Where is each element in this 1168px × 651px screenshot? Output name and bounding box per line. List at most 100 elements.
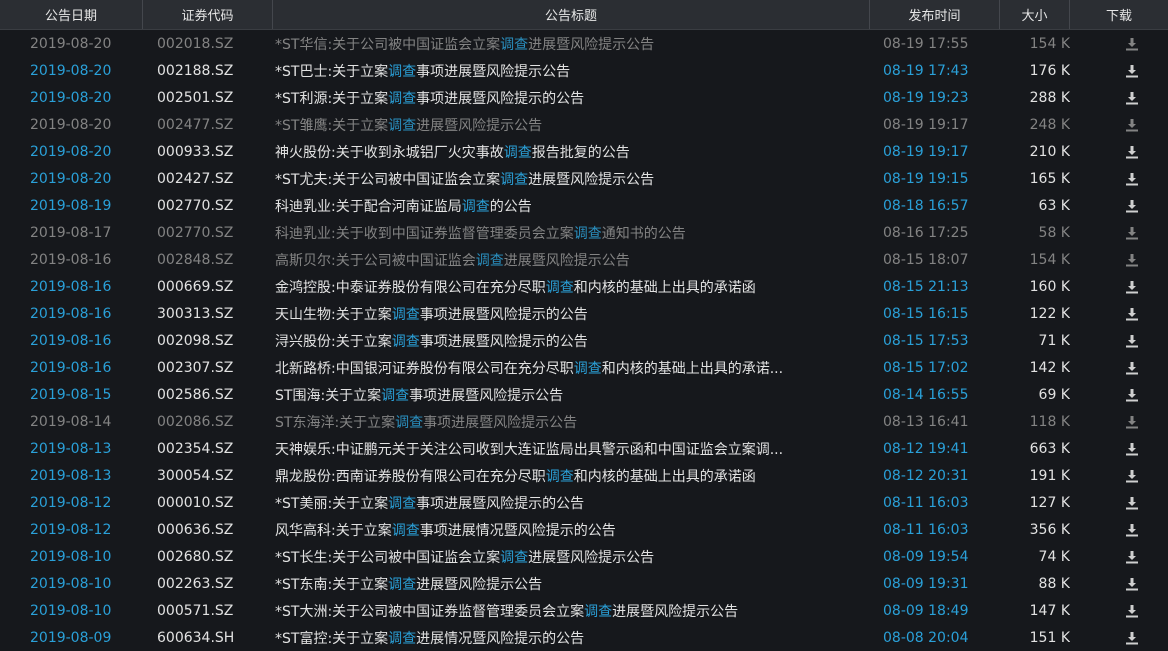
download-icon[interactable] — [1124, 468, 1140, 484]
table-row[interactable]: 2019-08-16 002098.SZ 浔兴股份:关于立案调查事项进展暨风险提示的… — [0, 327, 1168, 354]
header-date[interactable]: 公告日期 — [0, 0, 143, 29]
row-title-link[interactable]: 鼎龙股份:西南证券股份有限公司在充分尽职调查和内核的基础上出具的承诺函 — [273, 466, 870, 486]
row-date: 2019-08-20 — [30, 35, 112, 52]
row-download-cell — [1070, 522, 1168, 538]
table-row[interactable]: 2019-08-12 000636.SZ 风华高科:关于立案调查事项进展情况暨风险提… — [0, 516, 1168, 543]
row-download-cell — [1070, 333, 1168, 349]
table-header: 公告日期 证券代码 公告标题 发布时间 大小 下载 — [0, 0, 1168, 30]
table-row[interactable]: 2019-08-13 002354.SZ 天神娱乐:中证鹏元关于关注公司收到大连证监… — [0, 435, 1168, 462]
row-title-link[interactable]: 天山生物:关于立案调查事项进展暨风险提示的公告 — [273, 304, 870, 324]
row-size: 147 K — [1029, 602, 1070, 619]
table-row[interactable]: 2019-08-09 600634.SH *ST富控:关于立案调查进展情况暨风险提示… — [0, 624, 1168, 651]
download-icon[interactable] — [1124, 495, 1140, 511]
download-icon[interactable] — [1124, 414, 1140, 430]
header-size[interactable]: 大小 — [1000, 0, 1070, 29]
table-row[interactable]: 2019-08-16 000669.SZ 金鸿控股:中泰证券股份有限公司在充分尽职调… — [0, 273, 1168, 300]
download-icon[interactable] — [1124, 171, 1140, 187]
download-icon[interactable] — [1124, 198, 1140, 214]
row-title-link[interactable]: 天神娱乐:中证鹏元关于关注公司收到大连证监局出具警示函和中国证监会立案调... — [273, 439, 870, 459]
table-row[interactable]: 2019-08-19 002770.SZ 科迪乳业:关于配合河南证监局调查的公告 08… — [0, 192, 1168, 219]
download-icon[interactable] — [1124, 144, 1140, 160]
row-title-link[interactable]: *ST利源:关于立案调查事项进展暨风险提示的公告 — [273, 88, 870, 108]
table-row[interactable]: 2019-08-20 000933.SZ 神火股份:关于收到永城铝厂火灾事故调查报告… — [0, 138, 1168, 165]
table-row[interactable]: 2019-08-20 002501.SZ *ST利源:关于立案调查事项进展暨风险提示… — [0, 84, 1168, 111]
row-date: 2019-08-09 — [30, 629, 112, 646]
header-title[interactable]: 公告标题 — [273, 0, 870, 29]
row-title-link[interactable]: *ST富控:关于立案调查进展情况暨风险提示的公告 — [273, 628, 870, 648]
download-icon[interactable] — [1124, 117, 1140, 133]
download-icon[interactable] — [1124, 306, 1140, 322]
download-icon[interactable] — [1124, 387, 1140, 403]
row-title-link[interactable]: 金鸿控股:中泰证券股份有限公司在充分尽职调查和内核的基础上出具的承诺函 — [273, 277, 870, 297]
download-icon[interactable] — [1124, 630, 1140, 646]
row-code: 300054.SZ — [157, 467, 234, 484]
row-time: 08-11 16:03 — [883, 521, 969, 538]
row-title-link[interactable]: 科迪乳业:关于收到中国证券监督管理委员会立案调查通知书的公告 — [273, 223, 870, 243]
row-title-link[interactable]: *ST巴士:关于立案调查事项进展暨风险提示公告 — [273, 61, 870, 81]
download-icon[interactable] — [1124, 225, 1140, 241]
row-title-link[interactable]: 神火股份:关于收到永城铝厂火灾事故调查报告批复的公告 — [273, 142, 870, 162]
row-title-link[interactable]: *ST长生:关于公司被中国证监会立案调查进展暨风险提示公告 — [273, 547, 870, 567]
table-row[interactable]: 2019-08-16 300313.SZ 天山生物:关于立案调查事项进展暨风险提示的… — [0, 300, 1168, 327]
keyword-highlight: 调查 — [500, 549, 529, 566]
table-row[interactable]: 2019-08-20 002188.SZ *ST巴士:关于立案调查事项进展暨风险提示… — [0, 57, 1168, 84]
row-title-link[interactable]: 高斯贝尔:关于公司被中国证监会调查进展暨风险提示公告 — [273, 250, 870, 270]
table-row[interactable]: 2019-08-20 002427.SZ *ST尤夫:关于公司被中国证监会立案调查进… — [0, 165, 1168, 192]
keyword-highlight: 调查 — [381, 387, 410, 404]
row-title-link[interactable]: 风华高科:关于立案调查事项进展情况暨风险提示的公告 — [273, 520, 870, 540]
table-row[interactable]: 2019-08-16 002307.SZ 北新路桥:中国银河证券股份有限公司在充分尽… — [0, 354, 1168, 381]
download-icon[interactable] — [1124, 90, 1140, 106]
row-title-link[interactable]: *ST华信:关于公司被中国证监会立案调查进展暨风险提示公告 — [273, 34, 870, 54]
row-download-cell — [1070, 468, 1168, 484]
table-row[interactable]: 2019-08-17 002770.SZ 科迪乳业:关于收到中国证券监督管理委员会立… — [0, 219, 1168, 246]
row-date: 2019-08-20 — [30, 62, 112, 79]
header-code[interactable]: 证券代码 — [143, 0, 273, 29]
download-icon[interactable] — [1124, 279, 1140, 295]
table-row[interactable]: 2019-08-10 000571.SZ *ST大洲:关于公司被中国证券监督管理委员… — [0, 597, 1168, 624]
download-icon[interactable] — [1124, 36, 1140, 52]
table-row[interactable]: 2019-08-13 300054.SZ 鼎龙股份:西南证券股份有限公司在充分尽职调… — [0, 462, 1168, 489]
table-row[interactable]: 2019-08-20 002477.SZ *ST雏鹰:关于立案调查进展暨风险提示公告… — [0, 111, 1168, 138]
download-icon[interactable] — [1124, 576, 1140, 592]
row-download-cell — [1070, 117, 1168, 133]
row-title-link[interactable]: *ST美丽:关于立案调查事项进展暨风险提示的公告 — [273, 493, 870, 513]
row-title-link[interactable]: *ST大洲:关于公司被中国证券监督管理委员会立案调查进展暨风险提示公告 — [273, 601, 870, 621]
download-icon[interactable] — [1124, 333, 1140, 349]
table-row[interactable]: 2019-08-20 002018.SZ *ST华信:关于公司被中国证监会立案调查进… — [0, 30, 1168, 57]
table-row[interactable]: 2019-08-10 002680.SZ *ST长生:关于公司被中国证监会立案调查进… — [0, 543, 1168, 570]
row-title-link[interactable]: ST围海:关于立案调查事项进展暨风险提示公告 — [273, 385, 870, 405]
row-title-link[interactable]: ST东海洋:关于立案调查事项进展暨风险提示公告 — [273, 412, 870, 432]
download-icon[interactable] — [1124, 63, 1140, 79]
download-icon[interactable] — [1124, 522, 1140, 538]
header-download[interactable]: 下载 — [1070, 0, 1168, 29]
row-download-cell — [1070, 387, 1168, 403]
header-time[interactable]: 发布时间 — [870, 0, 1000, 29]
download-icon[interactable] — [1124, 441, 1140, 457]
download-icon[interactable] — [1124, 252, 1140, 268]
row-date: 2019-08-16 — [30, 278, 112, 295]
table-row[interactable]: 2019-08-16 002848.SZ 高斯贝尔:关于公司被中国证监会调查进展暨风… — [0, 246, 1168, 273]
keyword-highlight: 调查 — [503, 144, 532, 161]
row-date: 2019-08-16 — [30, 332, 112, 349]
row-date: 2019-08-20 — [30, 170, 112, 187]
row-title-link[interactable]: *ST东南:关于立案调查进展暨风险提示公告 — [273, 574, 870, 594]
row-size: 288 K — [1029, 89, 1070, 106]
row-date: 2019-08-12 — [30, 494, 112, 511]
row-title-link[interactable]: 北新路桥:中国银河证券股份有限公司在充分尽职调查和内核的基础上出具的承诺... — [273, 358, 870, 378]
table-row[interactable]: 2019-08-14 002086.SZ ST东海洋:关于立案调查事项进展暨风险提示… — [0, 408, 1168, 435]
table-row[interactable]: 2019-08-12 000010.SZ *ST美丽:关于立案调查事项进展暨风险提示… — [0, 489, 1168, 516]
row-title-link[interactable]: 浔兴股份:关于立案调查事项进展暨风险提示的公告 — [273, 331, 870, 351]
keyword-highlight: 调查 — [461, 198, 490, 215]
row-title-link[interactable]: *ST雏鹰:关于立案调查进展暨风险提示公告 — [273, 115, 870, 135]
download-icon[interactable] — [1124, 549, 1140, 565]
table-row[interactable]: 2019-08-10 002263.SZ *ST东南:关于立案调查进展暨风险提示公告… — [0, 570, 1168, 597]
row-code: 002018.SZ — [157, 35, 234, 52]
row-title-link[interactable]: 科迪乳业:关于配合河南证监局调查的公告 — [273, 196, 870, 216]
row-time: 08-08 20:04 — [883, 629, 969, 646]
row-download-cell — [1070, 144, 1168, 160]
row-time: 08-19 19:15 — [883, 170, 969, 187]
table-row[interactable]: 2019-08-15 002586.SZ ST围海:关于立案调查事项进展暨风险提示公… — [0, 381, 1168, 408]
download-icon[interactable] — [1124, 603, 1140, 619]
row-title-link[interactable]: *ST尤夫:关于公司被中国证监会立案调查进展暨风险提示公告 — [273, 169, 870, 189]
download-icon[interactable] — [1124, 360, 1140, 376]
